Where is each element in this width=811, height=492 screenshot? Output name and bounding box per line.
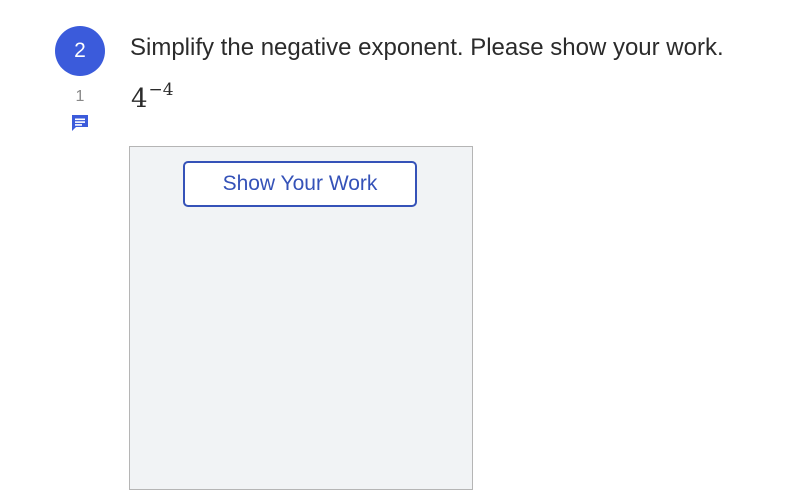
expression-exponent: −4	[148, 80, 174, 100]
math-expression: 4−4	[131, 80, 174, 114]
comment-count[interactable]: 1	[66, 88, 94, 106]
comment-icon[interactable]	[70, 113, 90, 133]
expression-base: 4	[131, 84, 148, 114]
question-card: 2 1 Simplify the negative exponent. Plea…	[0, 0, 811, 492]
question-prompt: Simplify the negative exponent. Please s…	[130, 34, 724, 61]
question-number-badge: 2	[55, 26, 105, 76]
work-area[interactable]: Show Your Work	[129, 146, 473, 490]
question-number: 2	[74, 39, 86, 62]
show-your-work-button[interactable]: Show Your Work	[183, 161, 417, 207]
